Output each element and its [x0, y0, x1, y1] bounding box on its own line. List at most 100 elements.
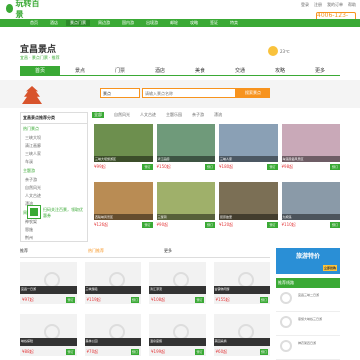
spot-card[interactable]: 九畹溪 ¥110起 预订 [281, 182, 340, 234]
list-item[interactable]: 神农架四日游 [276, 336, 340, 360]
spot-image[interactable]: 车溪民俗风景区 [281, 124, 340, 162]
sidebar-item[interactable]: 三峡人家 [21, 150, 87, 158]
login-link[interactable]: 登录 [301, 2, 309, 8]
nav-item-nearby[interactable]: 周边游 [94, 20, 114, 26]
list-item[interactable]: 宜昌三峡二日游 [276, 288, 340, 312]
sidebar-item[interactable]: 三峡大坝 [21, 134, 87, 142]
tab-guide[interactable]: 攻略 [260, 66, 300, 75]
filter-nature[interactable]: 自然风光 [114, 112, 130, 118]
nav-item-hotel[interactable]: 酒店 [46, 20, 62, 26]
tab-more[interactable]: 更多 [300, 66, 340, 75]
promo-banner[interactable]: 旅游特价 立即抢购 [276, 248, 340, 274]
spot-grid: 三峡大坝旅游区 ¥99起 预订 清江画廊 ¥150起 预订 三峡人家 ¥180起 预订 车溪民俗风… [94, 124, 340, 234]
recommend-card[interactable]: 茶园采摘 ¥60起 预订 [213, 314, 270, 356]
filter-culture[interactable]: 人文古迹 [140, 112, 156, 118]
spot-card[interactable]: 清江画廊 ¥150起 预订 [156, 124, 215, 176]
tab-home[interactable]: 首页 [20, 66, 60, 75]
section-hot-tab[interactable]: 热门推荐 [88, 248, 104, 257]
spot-price: ¥90起 [156, 222, 169, 227]
tab-food[interactable]: 美食 [180, 66, 220, 75]
book-button[interactable]: 预订 [329, 164, 340, 170]
spot-card[interactable]: 西陵峡风景区 ¥126起 预订 [94, 182, 153, 234]
spot-image[interactable]: 屈原故里 [219, 182, 278, 220]
book-button[interactable]: 预订 [66, 297, 75, 303]
sidebar-item[interactable]: 亲子游 [21, 176, 87, 184]
nav-item-domestic[interactable]: 国内游 [118, 20, 138, 26]
filter-park[interactable]: 主题乐园 [166, 112, 182, 118]
register-link[interactable]: 注册 [314, 2, 322, 8]
recommend-card[interactable]: 三峡游船 ¥119起 预订 [84, 262, 141, 304]
spot-image[interactable]: 三峡人家 [219, 124, 278, 162]
spot-image[interactable]: 西陵峡风景区 [94, 182, 153, 220]
promo-tag[interactable]: 立即抢购 [322, 265, 337, 271]
spot-price: ¥98起 [281, 164, 294, 169]
filter-rafting[interactable]: 漂流 [214, 112, 222, 118]
recommend-card[interactable]: 森林公园 ¥70起 预订 [84, 314, 141, 356]
spot-card[interactable]: 屈原故里 ¥120起 预订 [219, 182, 278, 234]
nav-item-abroad[interactable]: 出境游 [142, 20, 162, 26]
search-category-select[interactable]: 景点 [100, 88, 140, 98]
book-button[interactable]: 预订 [130, 297, 139, 303]
category-sidebar: 宜昌景点推荐分类 热门景点 三峡大坝 清江画廊 三峡人家 车溪 主题游 亲子游 … [20, 112, 88, 242]
nav-item-guide[interactable]: 攻略 [186, 20, 202, 26]
sidebar-item[interactable]: 荆州 [21, 234, 87, 242]
list-item[interactable]: 恩施大峡谷三日游 [276, 312, 340, 336]
book-button[interactable]: 预订 [142, 164, 153, 170]
book-button[interactable]: 预订 [130, 349, 139, 355]
sidebar-item[interactable]: 恩施 [21, 226, 87, 234]
filter-all[interactable]: 全部 [92, 112, 104, 118]
search-button[interactable]: 搜索景点 [236, 88, 270, 98]
recommend-price: ¥97起 [22, 297, 34, 302]
book-button[interactable]: 预订 [204, 222, 215, 228]
spot-card[interactable]: 车溪民俗风景区 ¥98起 预订 [281, 124, 340, 176]
spot-image[interactable]: 九畹溪 [281, 182, 340, 220]
spot-image[interactable]: 三游洞 [156, 182, 215, 220]
recommend-card[interactable]: 温泉度假 ¥199起 预订 [149, 314, 206, 356]
orders-link[interactable]: 我的订单 [327, 2, 343, 8]
sidebar-item[interactable]: 车溪 [21, 158, 87, 166]
list-item-title: 恩施大峡谷三日游 [298, 317, 323, 321]
recommend-card[interactable]: 宜昌一日游 ¥97起 预订 [20, 262, 77, 304]
recommend-card[interactable]: 古镇休闲游 ¥155起 预订 [213, 262, 270, 304]
sidebar-item[interactable]: 自然风光 [21, 184, 87, 192]
recommend-card[interactable]: 峡谷探险 ¥88起 预订 [20, 314, 77, 356]
book-button[interactable]: 预订 [195, 297, 204, 303]
sidebar-item[interactable]: 人文古迹 [21, 192, 87, 200]
tab-hotels[interactable]: 酒店 [140, 66, 180, 75]
help-link[interactable]: 帮助 [348, 2, 356, 8]
qr-caption: 扫码关注百景，领取优惠券 [43, 207, 83, 218]
book-button[interactable]: 预订 [329, 222, 340, 228]
list-item-title: 神农架四日游 [298, 341, 317, 345]
recommend-caption: 森林公园 [84, 338, 141, 346]
book-button[interactable]: 预订 [267, 164, 278, 170]
spot-image[interactable]: 清江画廊 [156, 124, 215, 162]
section-more-link[interactable]: 更多 [164, 248, 172, 257]
search-input[interactable] [142, 88, 236, 98]
nav-item-sale[interactable]: 特卖 [226, 20, 242, 26]
logo[interactable]: 玩转百景 [6, 0, 42, 19]
tab-spots[interactable]: 景点 [60, 66, 100, 75]
spot-image[interactable]: 三峡大坝旅游区 [94, 124, 153, 162]
filter-family[interactable]: 亲子游 [192, 112, 204, 118]
filter-bar: 全部 自然风光 人文古迹 主题乐园 亲子游 漂流 [92, 112, 337, 118]
spot-card[interactable]: 三游洞 ¥90起 预订 [156, 182, 215, 234]
recommend-card[interactable]: 清江漂流 ¥108起 预订 [149, 262, 206, 304]
book-button[interactable]: 预订 [204, 164, 215, 170]
book-button[interactable]: 预订 [259, 349, 268, 355]
nav-item-tickets[interactable]: 景点门票 [66, 20, 90, 26]
book-button[interactable]: 预订 [259, 297, 268, 303]
spot-card[interactable]: 三峡人家 ¥180起 预订 [219, 124, 278, 176]
book-button[interactable]: 预订 [142, 222, 153, 228]
nav-item-cruise[interactable]: 邮轮 [166, 20, 182, 26]
book-button[interactable]: 预订 [267, 222, 278, 228]
sidebar-item[interactable]: 神农架 [21, 218, 87, 226]
nav-item-home[interactable]: 首页 [26, 20, 42, 26]
sidebar-section-title: 热门景点 [23, 126, 39, 131]
book-button[interactable]: 预订 [195, 349, 204, 355]
spot-card[interactable]: 三峡大坝旅游区 ¥99起 预订 [94, 124, 153, 176]
book-button[interactable]: 预订 [66, 349, 75, 355]
nav-item-visa[interactable]: 签证 [206, 20, 222, 26]
sidebar-item[interactable]: 清江画廊 [21, 142, 87, 150]
tab-tickets[interactable]: 门票 [100, 66, 140, 75]
tab-transport[interactable]: 交通 [220, 66, 260, 75]
